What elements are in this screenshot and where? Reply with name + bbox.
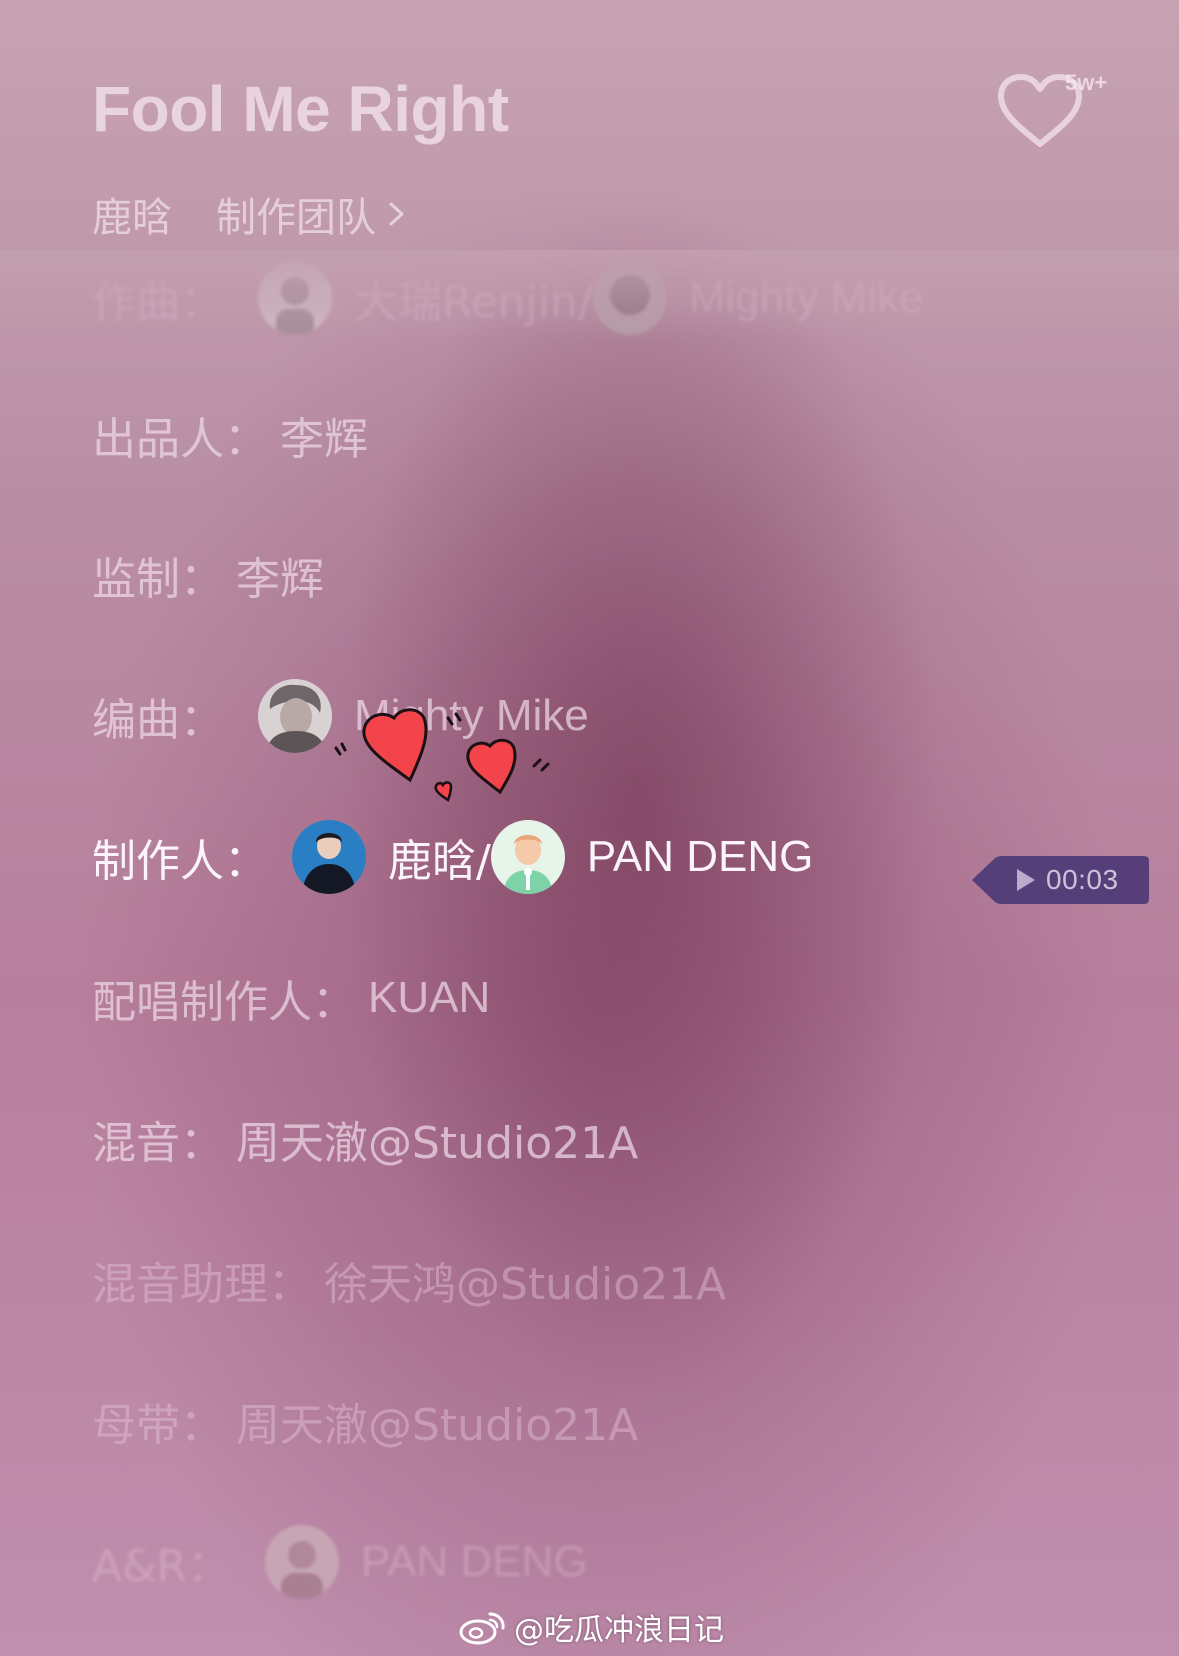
playback-time-badge[interactable]: 00:03 <box>972 855 1150 905</box>
song-title: Fool Me Right <box>92 73 509 145</box>
credit-row-composer: 作曲： 大瑞Renjin/ Mighty Mike <box>92 258 923 338</box>
credit-row-supervisor: 监制： 李辉 <box>92 535 324 615</box>
like-button[interactable]: 5w+ <box>995 68 1115 158</box>
play-icon <box>1017 869 1035 891</box>
credit-label: 出品人： <box>92 414 268 465</box>
credit-label: A&R： <box>92 1541 231 1592</box>
avatar[interactable] <box>258 679 332 753</box>
credit-value[interactable]: PAN DENG <box>361 1537 588 1587</box>
avatar[interactable] <box>490 820 565 894</box>
credit-row-executive-producer: 出品人： 李辉 <box>92 395 368 475</box>
credit-row-mixing-assistant: 混音助理： 徐天鸿@Studio21A <box>92 1240 726 1320</box>
playback-time: 00:03 <box>1046 864 1119 895</box>
credit-value[interactable]: 李辉 <box>236 543 324 607</box>
credit-value[interactable]: 周天澈@Studio21A <box>236 1107 638 1171</box>
song-subline: 鹿晗 制作团队 <box>92 185 412 243</box>
credit-row-anr: A&R： PAN DENG <box>92 1522 588 1602</box>
credit-label: 监制： <box>92 554 224 605</box>
song-credits-screen: Fool Me Right 5w+ 鹿晗 制作团队 作曲： 大瑞Renjin/ … <box>0 0 1179 1656</box>
chevron-right-icon <box>389 202 404 226</box>
credit-value[interactable]: 大瑞Renjin/ <box>354 266 593 330</box>
credit-value[interactable]: PAN DENG <box>587 832 814 882</box>
credit-value[interactable]: 李辉 <box>280 403 368 467</box>
credit-label: 混音助理： <box>92 1259 312 1310</box>
production-team-label: 制作团队 <box>216 195 376 241</box>
hearts-sticker <box>334 708 550 802</box>
avatar[interactable] <box>258 261 332 335</box>
credit-value[interactable]: 徐天鸿@Studio21A <box>324 1248 726 1312</box>
weibo-logo-icon <box>459 1612 505 1645</box>
avatar[interactable] <box>592 261 667 335</box>
credit-value[interactable]: Mighty Mike <box>689 273 924 323</box>
credit-value[interactable]: 周天澈@Studio21A <box>236 1389 638 1453</box>
credit-value[interactable]: 鹿晗/ <box>388 825 491 889</box>
avatar[interactable] <box>292 820 366 894</box>
production-team-link[interactable]: 制作团队 <box>216 185 412 243</box>
credit-label: 母带： <box>92 1400 224 1451</box>
credit-row-mixing: 混音： 周天澈@Studio21A <box>92 1099 638 1179</box>
weibo-watermark: @吃瓜冲浪日记 <box>458 1605 724 1649</box>
like-count: 5w+ <box>1065 70 1108 95</box>
credit-row-mastering: 母带： 周天澈@Studio21A <box>92 1381 638 1461</box>
credit-label: 编曲： <box>92 695 224 746</box>
watermark-handle: @吃瓜冲浪日记 <box>514 1613 724 1648</box>
credit-label: 混音： <box>92 1118 224 1169</box>
credit-value[interactable]: KUAN <box>368 973 490 1023</box>
artist-link[interactable]: 鹿晗 <box>92 185 172 243</box>
credit-label: 配唱制作人： <box>92 977 356 1028</box>
credit-row-producer: 制作人： 鹿晗/ PAN DENG <box>92 817 813 897</box>
avatar[interactable] <box>264 1525 339 1599</box>
credit-label: 制作人： <box>92 836 268 887</box>
credit-row-vocal-producer: 配唱制作人： KUAN <box>92 958 490 1038</box>
credit-label: 作曲： <box>92 277 224 328</box>
